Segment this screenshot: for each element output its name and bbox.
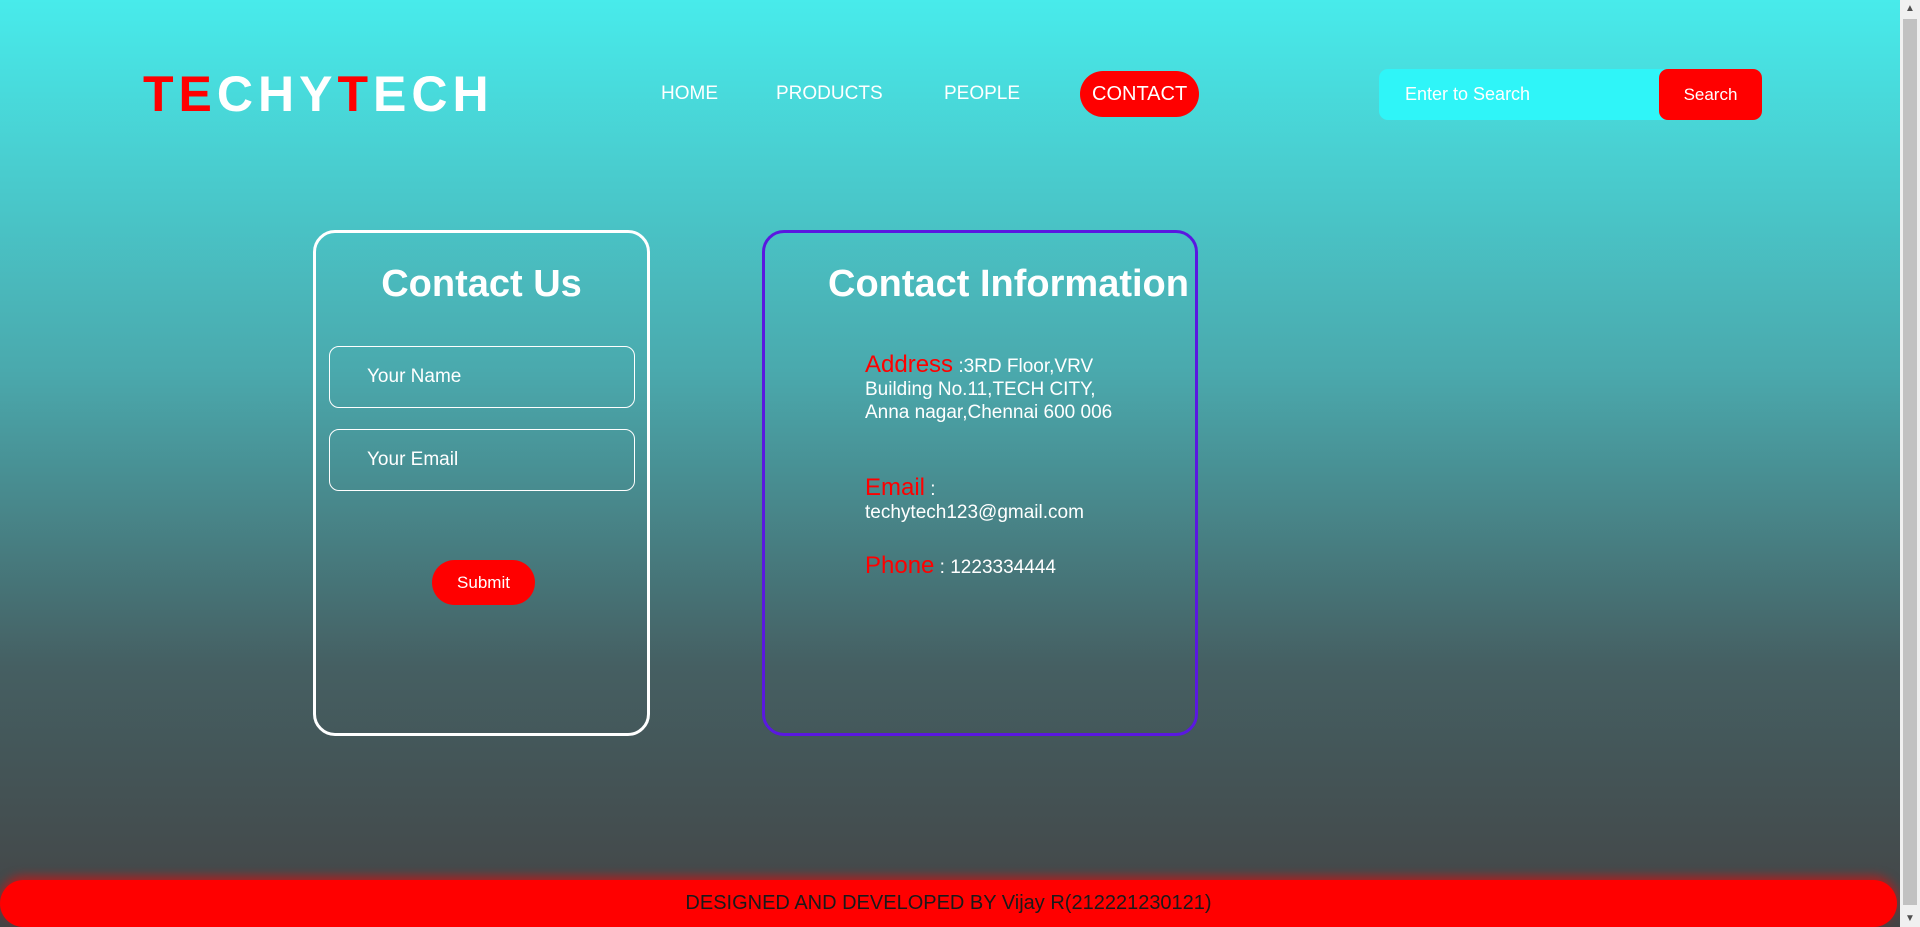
vertical-scrollbar[interactable]: ▲ ▼ xyxy=(1900,0,1920,927)
address-block: Address :3RD Floor,VRV Building No.11,TE… xyxy=(865,353,1125,424)
search-input[interactable] xyxy=(1379,69,1659,120)
nav-products[interactable]: PRODUCTS xyxy=(776,71,883,117)
scroll-up-arrow-icon[interactable]: ▲ xyxy=(1900,0,1920,17)
logo-part: T xyxy=(143,66,179,122)
search-button[interactable]: Search xyxy=(1659,69,1762,120)
nav-home[interactable]: HOME xyxy=(661,71,718,117)
scroll-down-arrow-icon[interactable]: ▼ xyxy=(1900,910,1920,927)
logo-part: E xyxy=(178,66,217,122)
address-label: Address xyxy=(865,351,954,378)
page: TECHYTECH HOME PRODUCTS PEOPLE CONTACT S… xyxy=(0,0,1900,927)
email-label: Email xyxy=(865,474,926,501)
logo-part: T xyxy=(337,66,374,122)
email-block: Email : techytech123@gmail.com xyxy=(865,476,1125,524)
nav-people[interactable]: PEOPLE xyxy=(944,71,1020,117)
logo-part: CHY xyxy=(216,66,338,122)
logo-part: ECH xyxy=(373,66,494,122)
submit-button[interactable]: Submit xyxy=(432,560,535,605)
site-logo[interactable]: TECHYTECH xyxy=(143,66,494,122)
phone-value: : 1223334444 xyxy=(934,557,1056,578)
contact-info-card: Contact Information Address :3RD Floor,V… xyxy=(762,230,1198,736)
footer: DESIGNED AND DEVELOPED BY Vijay R(212221… xyxy=(0,880,1897,927)
email-field[interactable] xyxy=(329,429,635,491)
phone-block: Phone : 1223334444 xyxy=(865,554,1125,579)
scroll-thumb[interactable] xyxy=(1903,19,1917,905)
contact-info-title: Contact Information xyxy=(828,263,1189,305)
name-field[interactable] xyxy=(329,346,635,408)
search-bar: Search xyxy=(1379,69,1762,120)
phone-label: Phone xyxy=(865,552,935,579)
nav-contact[interactable]: CONTACT xyxy=(1080,71,1200,117)
contact-form-card: Contact Us Submit xyxy=(313,230,650,736)
contact-form-title: Contact Us xyxy=(381,263,582,305)
